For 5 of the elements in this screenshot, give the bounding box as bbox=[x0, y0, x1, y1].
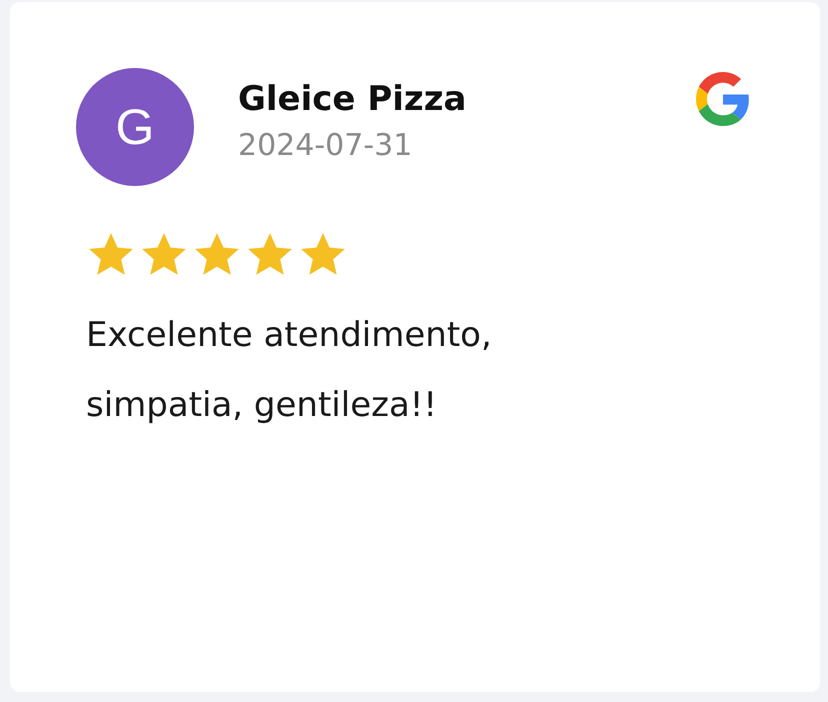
google-logo-icon bbox=[696, 72, 750, 126]
author-name: Gleice Pizza bbox=[238, 78, 468, 121]
review-text: Excelente atendimento, simpatia, gentileza!! bbox=[86, 314, 493, 427]
avatar: G bbox=[76, 68, 194, 186]
review-date: 2024-07-31 bbox=[238, 127, 414, 165]
